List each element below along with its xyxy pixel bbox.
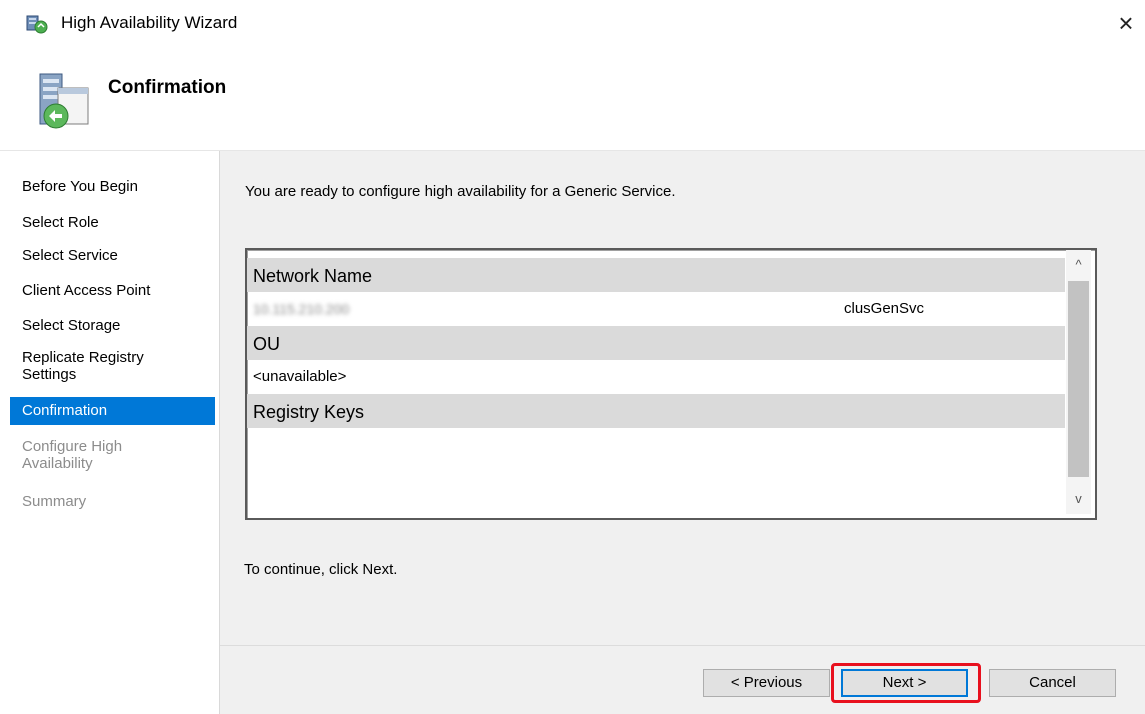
window-title: High Availability Wizard (61, 13, 238, 32)
wizard-steps-nav: Before You Begin Select Role Select Serv… (0, 151, 220, 714)
nav-step-confirmation[interactable]: Confirmation (10, 397, 215, 425)
page-title: Confirmation (108, 77, 227, 98)
nav-step-configure-high-availability: Configure High Availability (22, 438, 123, 472)
scroll-down-icon[interactable]: v (1066, 484, 1091, 514)
nav-step-select-storage[interactable]: Select Storage (10, 317, 215, 334)
ou-header: OU (247, 326, 1065, 360)
wizard-content: You are ready to configure high availabi… (220, 151, 1145, 714)
intro-text: You are ready to configure high availabi… (245, 183, 676, 200)
nav-step-client-access-point[interactable]: Client Access Point (10, 282, 215, 299)
nav-step-select-role[interactable]: Select Role (10, 214, 215, 231)
wizard-server-icon (34, 70, 94, 132)
title-bar: High Availability Wizard × (0, 0, 1145, 50)
close-button[interactable]: × (1111, 8, 1141, 38)
cancel-button[interactable]: Cancel (989, 669, 1116, 697)
registry-keys-header: Registry Keys (247, 394, 1065, 428)
continue-instruction: To continue, click Next. (244, 561, 398, 578)
vertical-scrollbar[interactable]: ^ v (1066, 250, 1091, 514)
next-button-highlight (831, 663, 981, 703)
nav-step-before-you-begin[interactable]: Before You Begin (10, 178, 215, 195)
nav-step-summary: Summary (22, 493, 87, 510)
nav-step-replicate-registry-settings[interactable]: Replicate Registry Settings (10, 349, 200, 383)
wizard-header: Confirmation (0, 50, 1145, 150)
scroll-thumb[interactable] (1068, 281, 1089, 477)
scroll-up-icon[interactable]: ^ (1066, 250, 1091, 280)
network-name-row: 10.115.210.200 clusGenSvc (247, 292, 1065, 326)
network-name-header: Network Name (247, 258, 1065, 292)
nav-step-select-service[interactable]: Select Service (10, 247, 215, 264)
wizard-app-icon (26, 14, 48, 34)
network-ip-value: 10.115.210.200 (253, 301, 350, 317)
confirmation-summary-list[interactable]: Network Name 10.115.210.200 clusGenSvc O… (245, 248, 1097, 520)
network-name-value: clusGenSvc (844, 300, 925, 317)
footer-divider (220, 645, 1145, 646)
previous-button[interactable]: < Previous (703, 669, 830, 697)
ou-value: <unavailable> (253, 368, 347, 385)
